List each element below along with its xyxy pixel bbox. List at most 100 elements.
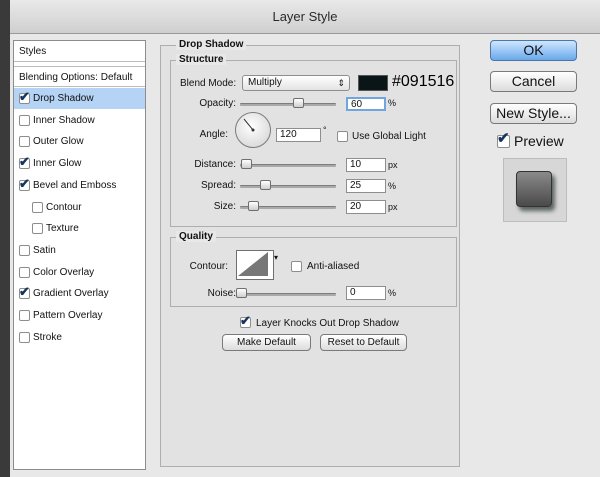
sidebar-item-label: Texture: [46, 223, 79, 235]
spread-field[interactable]: 25: [346, 179, 386, 193]
sidebar-item-outer-glow[interactable]: Outer Glow: [14, 131, 145, 152]
linear-contour-icon: [238, 252, 268, 276]
style-checkbox[interactable]: [19, 244, 30, 256]
noise-slider-track[interactable]: [240, 293, 336, 296]
sidebar-item-bevel-and-emboss[interactable]: ✔ Bevel and Emboss: [14, 175, 145, 196]
preview-square: [516, 171, 552, 207]
style-checkbox[interactable]: [19, 266, 30, 278]
size-label: Size:: [213, 201, 236, 212]
knockout-label: Layer Knocks Out Drop Shadow: [256, 318, 399, 329]
sidebar-item-stroke[interactable]: Stroke: [14, 327, 145, 348]
reset-to-default-button[interactable]: Reset to Default: [320, 334, 407, 351]
sidebar-item-label: Stroke: [33, 331, 62, 343]
angle-dial[interactable]: [235, 112, 271, 148]
quality-title: Quality: [176, 231, 216, 242]
noise-field[interactable]: 0: [346, 286, 386, 300]
distance-slider-track[interactable]: [240, 164, 336, 167]
style-preview-thumbnail: [503, 158, 567, 222]
sidebar-item-inner-shadow[interactable]: Inner Shadow: [14, 110, 145, 131]
drop-shadow-title: Drop Shadow: [176, 39, 247, 50]
contour-label: Contour:: [189, 261, 228, 272]
style-checkbox[interactable]: ✔: [19, 89, 30, 104]
checkmark-icon: ✔: [19, 89, 30, 104]
ok-button[interactable]: OK: [490, 40, 577, 61]
cancel-button[interactable]: Cancel: [490, 71, 577, 92]
sidebar-item-pattern-overlay[interactable]: Pattern Overlay: [14, 305, 145, 326]
style-checkbox[interactable]: [19, 114, 30, 126]
style-checkbox[interactable]: [32, 201, 43, 213]
styles-list: Styles Blending Options: Default ✔ Drop S…: [13, 40, 146, 470]
select-arrows-icon: ⇕: [337, 78, 345, 88]
distance-field[interactable]: 10: [346, 158, 386, 172]
sidebar-item-drop-shadow[interactable]: ✔ Drop Shadow: [14, 88, 145, 109]
sidebar-item-texture[interactable]: Texture: [14, 218, 145, 239]
blend-mode-label: Blend Mode:: [180, 78, 237, 89]
sidebar-item-label: Contour: [46, 201, 82, 213]
anti-aliased-label: Anti-aliased: [307, 261, 360, 272]
checkmark-icon: ✔: [497, 130, 510, 147]
dialog-title: Layer Style: [10, 0, 600, 34]
distance-label: Distance:: [194, 159, 236, 170]
sidebar-item-inner-glow[interactable]: ✔ Inner Glow: [14, 153, 145, 174]
sidebar-item-contour[interactable]: Contour: [14, 197, 145, 218]
style-checkbox[interactable]: ✔: [19, 175, 30, 191]
sidebar-item-label: Color Overlay: [33, 266, 95, 278]
opacity-label: Opacity:: [199, 98, 236, 109]
blend-mode-select[interactable]: Multiply ⇕: [242, 75, 350, 91]
style-checkbox[interactable]: ✔: [19, 154, 30, 170]
opacity-slider-thumb[interactable]: [292, 98, 304, 108]
distance-slider-thumb[interactable]: [241, 159, 252, 169]
use-global-light-checkbox[interactable]: [337, 131, 348, 142]
sidebar-item-label: Inner Shadow: [33, 114, 95, 126]
noise-slider-thumb[interactable]: [236, 288, 247, 298]
angle-dial-needle-icon: [243, 118, 255, 132]
opacity-unit: %: [388, 98, 397, 108]
sidebar-item-label: Outer Glow: [33, 136, 84, 148]
sidebar-item-label: Gradient Overlay: [33, 288, 109, 300]
anti-aliased-checkbox[interactable]: [291, 261, 302, 272]
sidebar-item-label: Drop Shadow: [33, 93, 94, 104]
shadow-color-hex: #091516: [392, 73, 455, 90]
make-default-button[interactable]: Make Default: [222, 334, 311, 351]
opacity-field[interactable]: 60: [346, 97, 386, 111]
sidebar-item-satin[interactable]: Satin: [14, 240, 145, 261]
sidebar-item-label: Pattern Overlay: [33, 310, 103, 321]
checkmark-icon: ✔: [19, 175, 30, 191]
styles-header[interactable]: Styles: [14, 41, 145, 62]
spread-unit: %: [388, 181, 397, 191]
contour-picker[interactable]: [236, 250, 274, 280]
contour-dropdown-icon[interactable]: ▾: [274, 253, 278, 262]
style-checkbox[interactable]: [19, 136, 30, 148]
spread-slider-track[interactable]: [240, 185, 336, 188]
noise-label: Noise:: [207, 288, 236, 299]
size-field[interactable]: 20: [346, 200, 386, 214]
angle-unit: °: [323, 125, 327, 135]
structure-title: Structure: [176, 54, 227, 65]
style-checkbox[interactable]: ✔: [19, 284, 30, 300]
blend-mode-value: Multiply: [248, 77, 282, 88]
sidebar-item-label: Satin: [33, 244, 56, 256]
sidebar-item-label: Bevel and Emboss: [33, 179, 117, 191]
checkmark-icon: ✔: [19, 284, 30, 300]
preview-checkbox[interactable]: ✔: [497, 130, 510, 148]
knockout-checkbox[interactable]: ✔: [240, 314, 251, 328]
size-unit: px: [388, 202, 398, 212]
blending-options-header[interactable]: Blending Options: Default: [14, 66, 145, 87]
sidebar-item-gradient-overlay[interactable]: ✔ Gradient Overlay: [14, 283, 145, 304]
style-checkbox[interactable]: [19, 331, 30, 343]
sidebar-item-label: Inner Glow: [33, 158, 82, 170]
angle-field[interactable]: 120: [276, 128, 321, 142]
spread-label: Spread:: [200, 180, 236, 191]
layer-style-dialog: Layer Style Styles Blending Options: Def…: [10, 0, 600, 477]
style-checkbox[interactable]: [19, 310, 30, 321]
style-checkbox[interactable]: [32, 223, 43, 235]
checkmark-icon: ✔: [19, 154, 30, 170]
spread-slider-thumb[interactable]: [260, 180, 271, 190]
use-global-light-label: Use Global Light: [352, 131, 426, 142]
new-style-button[interactable]: New Style...: [490, 103, 577, 124]
shadow-color-swatch[interactable]: [358, 75, 388, 91]
preview-label: Preview: [514, 133, 564, 149]
size-slider-thumb[interactable]: [248, 201, 259, 211]
sidebar-item-color-overlay[interactable]: Color Overlay: [14, 262, 145, 283]
opacity-slider-track[interactable]: [240, 103, 336, 106]
